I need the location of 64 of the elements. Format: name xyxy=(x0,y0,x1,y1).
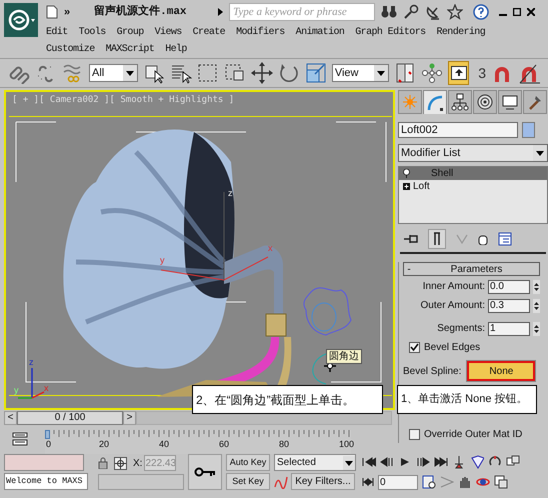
current-frame-field[interactable]: 0 xyxy=(378,474,418,490)
menu-item[interactable]: Customize xyxy=(46,42,95,57)
menu-item[interactable]: Edit xyxy=(46,25,68,40)
spinner-field[interactable]: 0.0 xyxy=(488,280,530,294)
rollout-header[interactable]: - Parameters xyxy=(403,262,540,276)
spinner-field[interactable]: 0.3 xyxy=(488,298,530,312)
axis-label: z xyxy=(228,189,232,198)
reference-coordinate-dropdown[interactable]: View xyxy=(332,64,390,82)
frame-number: 0 xyxy=(46,440,52,449)
frame-number: 80 xyxy=(279,440,290,449)
set-key-button[interactable]: Set Key xyxy=(226,473,270,490)
time-slider-thumb[interactable]: 0 / 100 xyxy=(17,411,123,426)
dropdown-value: Selected xyxy=(277,456,316,470)
menu-item[interactable]: Help xyxy=(165,42,187,57)
modifier-stack-item[interactable]: Shell xyxy=(399,167,547,180)
dropdown-value: View xyxy=(334,66,358,81)
menu-item[interactable]: Tools xyxy=(78,25,106,40)
menu-item[interactable]: Views xyxy=(154,25,182,40)
field-label: Segments: xyxy=(437,322,485,336)
pick-spline-button[interactable]: None xyxy=(467,361,536,381)
field-label: Outer Amount: xyxy=(420,299,485,313)
modifier-stack-item[interactable]: Loft xyxy=(399,180,547,193)
window-title: 留声机源文件.max xyxy=(94,4,188,20)
modifier-stack-list[interactable]: Shell Loft xyxy=(398,166,548,224)
menu-item[interactable]: Group xyxy=(116,25,144,40)
object-name-field[interactable]: Loft002 xyxy=(398,122,518,138)
dropdown-value: Modifier List xyxy=(401,146,460,161)
spinner-field[interactable]: 1 xyxy=(488,322,530,336)
snap-toggle-label[interactable]: 3 xyxy=(478,62,486,84)
menu-item[interactable]: Rendering xyxy=(436,25,486,40)
coordinate-label: X: xyxy=(133,456,142,470)
key-filters-button[interactable]: Key Filters... xyxy=(291,473,355,490)
instruction-callout: 2、在“圆角边”截面型上单击。 xyxy=(192,385,383,414)
frame-number: 20 xyxy=(99,440,110,449)
auto-key-button[interactable]: Auto Key xyxy=(226,454,270,471)
search-field[interactable]: Type a keyword or phrase xyxy=(229,3,376,21)
menu-item[interactable]: Graph Editors xyxy=(355,25,426,40)
collapse-toggle[interactable]: - xyxy=(404,262,414,276)
modifier-list-dropdown[interactable]: Modifier List xyxy=(398,144,548,162)
axis-label: z xyxy=(29,358,34,367)
menu-item[interactable]: Modifiers xyxy=(236,25,285,40)
previous-frame-button[interactable]: < xyxy=(4,411,17,426)
frame-number: 60 xyxy=(219,440,230,449)
tooltip: 圆角边 xyxy=(326,349,362,364)
axis-label: y xyxy=(160,256,164,265)
key-mode-dropdown[interactable]: Selected xyxy=(274,454,356,471)
status-prompt: Welcome to MAXS xyxy=(4,473,88,490)
frame-number: 40 xyxy=(159,440,170,449)
dropdown-value: All xyxy=(92,66,104,81)
toolbar-overflow[interactable]: » xyxy=(64,4,70,20)
axis-label: y xyxy=(14,386,18,395)
field-label: Bevel Spline: xyxy=(403,364,462,378)
next-frame-button[interactable]: > xyxy=(123,411,136,426)
axis-label: x xyxy=(44,384,48,393)
field-label: Inner Amount: xyxy=(422,280,485,294)
menu-item[interactable]: MAXScript xyxy=(106,42,154,57)
checkbox-label: Override Outer Mat ID xyxy=(424,428,522,442)
instruction-callout: 1、单击激活 None 按钮。 xyxy=(397,385,537,414)
menu-item[interactable]: Animation xyxy=(296,25,344,40)
menu-item[interactable]: Create xyxy=(192,25,226,40)
selection-filter-dropdown[interactable]: All xyxy=(89,64,138,82)
axis-label: x xyxy=(268,244,272,253)
checkbox-label: Bevel Edges xyxy=(424,341,480,355)
rollout-title: Parameters xyxy=(450,262,504,276)
